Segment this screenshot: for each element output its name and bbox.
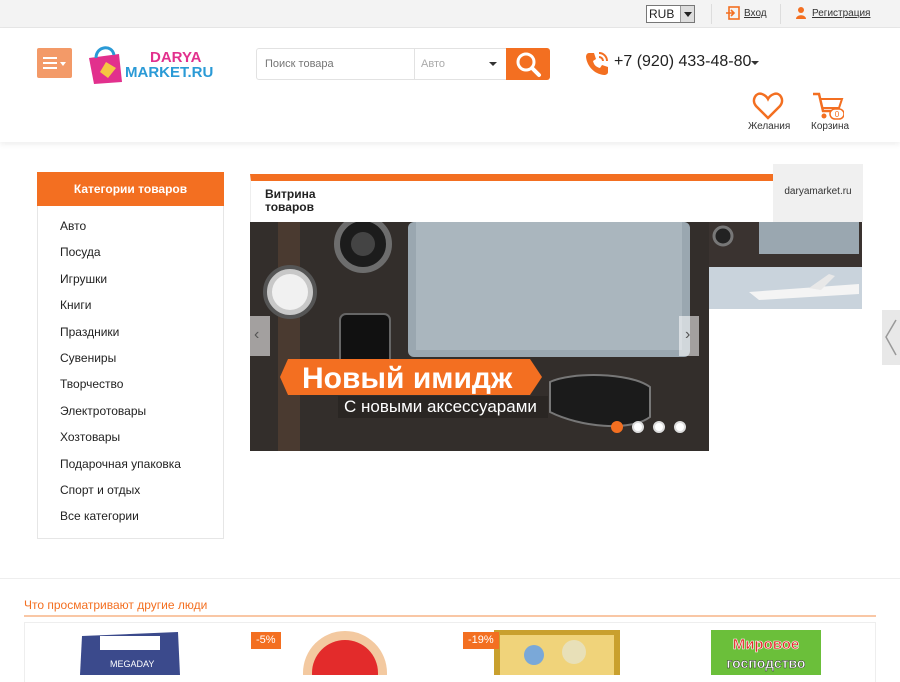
category-item[interactable]: Игрушки [60, 269, 181, 295]
chevron-right-icon: › [685, 326, 691, 343]
slider-prev-button[interactable]: ‹ [250, 316, 270, 356]
category-item[interactable]: Книги [60, 295, 181, 321]
categories-panel: Категории товаров Авто Посуда Игрушки Кн… [37, 172, 224, 539]
register-link[interactable]: Регистрация [812, 8, 870, 19]
divider [780, 4, 781, 24]
hamburger-icon [43, 57, 57, 69]
login-link[interactable]: Вход [744, 8, 767, 19]
chevron-down-icon[interactable] [751, 61, 759, 65]
showcase-header: Витрина товаров [250, 174, 774, 222]
phone-number[interactable]: +7 (920) 433-48-80 [614, 53, 751, 71]
category-item[interactable]: Посуда [60, 242, 181, 268]
search-category-value: Авто [421, 58, 445, 70]
categories-list: Авто Посуда Игрушки Книги Праздники Суве… [60, 216, 181, 533]
product-image[interactable] [494, 630, 620, 675]
logo[interactable]: DARYA MARKET.RU [86, 42, 226, 88]
popular-title: Что просматривают другие люди [24, 598, 208, 612]
search-icon [516, 52, 541, 77]
slider-dot[interactable] [653, 421, 665, 433]
thumbnail-image [709, 222, 862, 309]
shopping-bag-icon [89, 46, 122, 84]
cart-count: 0 [835, 110, 840, 119]
search-bar: Авто [256, 48, 550, 80]
hero-slider[interactable]: Новый имидж С новыми аксессуарами [250, 222, 709, 451]
hero-banner-image: Новый имидж С новыми аксессуарами [250, 222, 709, 451]
slider-thumbnail[interactable] [709, 222, 862, 309]
category-item[interactable]: Все категории [60, 506, 181, 532]
site-tab[interactable]: daryamarket.ru [773, 164, 863, 222]
slide-headline: Новый имидж [302, 362, 513, 395]
logo-text: DARYA MARKET.RU [125, 49, 214, 81]
login-icon [726, 6, 740, 20]
chevron-down-icon [680, 6, 694, 22]
category-item[interactable]: Спорт и отдых [60, 480, 181, 506]
side-panel-toggle[interactable] [882, 310, 900, 365]
chevron-down-icon [60, 62, 66, 66]
chevron-down-icon [489, 62, 497, 66]
currency-select[interactable]: RUB [646, 5, 695, 23]
category-item[interactable]: Творчество [60, 374, 181, 400]
category-item[interactable]: Подарочная упаковка [60, 454, 181, 480]
slider-dot[interactable] [611, 421, 623, 433]
slider-next-button[interactable]: › [679, 316, 699, 356]
popular-underline [24, 615, 876, 617]
category-item[interactable]: Авто [60, 216, 181, 242]
categories-title: Категории товаров [37, 172, 224, 206]
search-button[interactable] [506, 48, 550, 80]
product-title: господство [727, 655, 806, 671]
category-item[interactable]: Хозтовары [60, 427, 181, 453]
product-image[interactable] [300, 628, 390, 682]
category-item[interactable]: Праздники [60, 322, 181, 348]
category-item[interactable]: Электротовары [60, 401, 181, 427]
heart-icon[interactable] [752, 91, 784, 121]
discount-badge: -19% [463, 632, 499, 649]
divider [711, 4, 712, 24]
section-divider [0, 578, 900, 579]
phone-icon [586, 52, 608, 75]
slide-subline: С новыми аксессуарами [344, 397, 537, 416]
product-brand: MEGADAY [110, 659, 154, 669]
cart-icon[interactable]: 0 [812, 91, 844, 121]
slider-dot[interactable] [674, 421, 686, 433]
slider-dot[interactable] [632, 421, 644, 433]
cart-label[interactable]: Корзина [811, 121, 849, 132]
chevron-left-icon [885, 319, 897, 356]
currency-value: RUB [649, 7, 675, 21]
header: DARYA MARKET.RU Авто +7 (920) 433-48-80 … [0, 28, 900, 142]
slider-dots [611, 421, 691, 435]
chevron-left-icon: ‹ [254, 326, 260, 343]
product-title: Мировое [733, 636, 800, 653]
category-item[interactable]: Сувениры [60, 348, 181, 374]
search-category-select[interactable]: Авто [415, 49, 505, 79]
discount-badge: -5% [251, 632, 281, 649]
product-image[interactable]: MEGADAY [78, 630, 182, 675]
wishlist-label[interactable]: Желания [748, 121, 790, 132]
search-input[interactable] [257, 49, 415, 79]
top-bar: RUB Вход Регистрация [0, 0, 900, 28]
showcase-title[interactable]: Витрина товаров [265, 188, 325, 214]
product-image[interactable]: Мировое господство [711, 630, 821, 675]
user-icon [796, 7, 806, 19]
menu-button[interactable] [37, 48, 72, 78]
